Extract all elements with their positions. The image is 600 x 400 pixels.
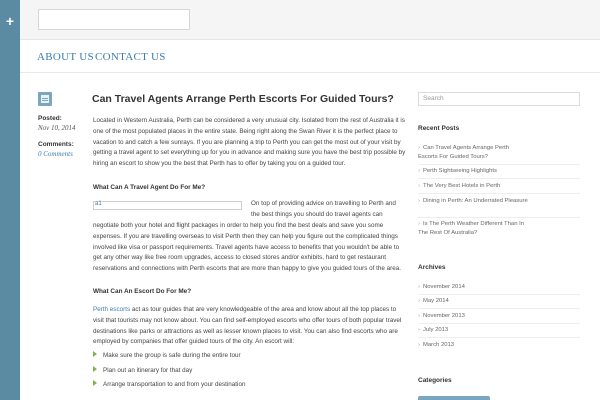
divider <box>418 337 580 338</box>
archive-link[interactable]: › November 2014 <box>418 283 530 292</box>
divider <box>418 164 580 165</box>
recent-post-link[interactable]: › The Very Best Hotels in Perth <box>418 182 530 191</box>
post-para-3: Perth escorts act as tour guides that ar… <box>93 305 406 348</box>
archive-link[interactable]: › November 2013 <box>418 312 530 321</box>
divider <box>418 294 580 295</box>
list-item: Plan out an itinerary for that day <box>93 366 192 374</box>
post-format-icon <box>38 92 52 106</box>
archive-link[interactable]: › May 2014 <box>418 297 530 306</box>
divider <box>418 193 580 194</box>
post-para-2b: negotiate both your hotel and flight pac… <box>93 222 402 273</box>
archive-link[interactable]: › July 2013 <box>418 326 530 335</box>
recent-post-link[interactable]: › Can Travel Agents Arrange Perth Escorts… <box>418 144 530 162</box>
list-item: Make sure the group is safe during the e… <box>93 351 241 359</box>
heading-travel-agent: What Can A Travel Agent Do For Me? <box>93 184 206 191</box>
archives-heading: Archives <box>418 264 446 271</box>
chevron-right-icon: › <box>418 342 420 348</box>
divider <box>418 308 580 309</box>
post-para-3-text: act as tour guides that are very knowled… <box>93 306 402 346</box>
post-title[interactable]: Can Travel Agents Arrange Perth Escorts … <box>92 93 412 105</box>
list-item: Arrange transportation to and from your … <box>93 380 245 388</box>
nav-about-us[interactable]: ABOUT US <box>37 51 94 63</box>
nav-contact-us[interactable]: CONTACT US <box>95 51 166 63</box>
chevron-right-icon: › <box>418 313 420 319</box>
chevron-right-icon: › <box>418 145 420 151</box>
recent-post-link[interactable]: › Is The Perth Weather Different Than In … <box>418 220 530 238</box>
chevron-right-icon: › <box>418 183 420 189</box>
perth-escorts-link[interactable]: Perth escorts <box>93 306 130 313</box>
divider <box>418 217 580 218</box>
arrow-bullet-icon <box>93 366 97 373</box>
post-image: a1 <box>93 201 242 210</box>
posted-label: Posted: <box>38 115 62 122</box>
heading-escort: What Can An Escort Do For Me? <box>93 288 192 295</box>
sidebar-search-input[interactable]: Search <box>418 92 580 106</box>
post-para-2a: On top of providing advice on travelling… <box>251 200 396 218</box>
recent-post-link[interactable]: › Perth Sightseeing Highlights <box>418 167 530 176</box>
comments-label: Comments: <box>38 141 74 148</box>
header-search-input[interactable] <box>38 9 190 30</box>
plus-icon[interactable]: + <box>4 14 16 28</box>
nav-divider <box>20 72 600 73</box>
recent-post-link[interactable]: › Dining in Perth: An Underrated Pleasure <box>418 197 530 206</box>
chevron-right-icon: › <box>418 221 420 227</box>
header <box>20 0 600 40</box>
arrow-bullet-icon <box>93 351 97 358</box>
divider <box>418 178 580 179</box>
category-item[interactable] <box>418 396 490 400</box>
arrow-bullet-icon <box>93 380 97 387</box>
chevron-right-icon: › <box>418 327 420 333</box>
post-intro: Located in Western Australia, Perth can … <box>93 117 406 168</box>
chevron-right-icon: › <box>418 298 420 304</box>
divider <box>418 323 580 324</box>
comments-link[interactable]: 0 Comments <box>38 150 73 158</box>
chevron-right-icon: › <box>418 198 420 204</box>
recent-posts-heading: Recent Posts <box>418 125 460 132</box>
categories-heading: Categories <box>418 377 452 384</box>
left-accent-bar: + <box>0 0 20 400</box>
post-image-alt: a1 <box>95 201 102 207</box>
chevron-right-icon: › <box>418 284 420 290</box>
posted-date: Nov 10, 2014 <box>38 124 76 132</box>
chevron-right-icon: › <box>418 168 420 174</box>
archive-link[interactable]: › March 2013 <box>418 341 530 350</box>
